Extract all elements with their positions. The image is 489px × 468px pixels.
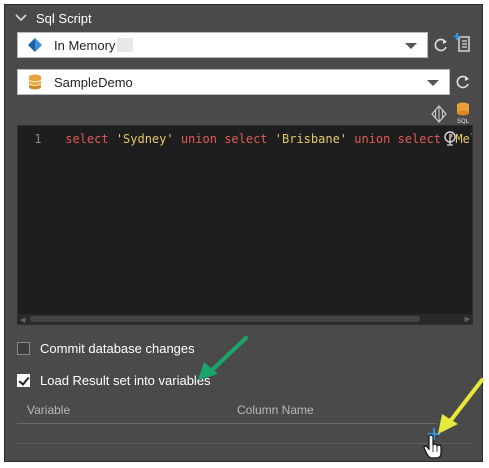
hand-pointer-icon	[423, 434, 442, 459]
database-icon	[26, 73, 44, 91]
sql-keyword-token: select	[397, 132, 449, 146]
line-number: 1	[34, 132, 42, 146]
connection-type-value: In Memory	[54, 37, 116, 53]
commit-label: Commit database changes	[40, 341, 195, 356]
horizontal-scrollbar[interactable]: ◀ ▶	[18, 314, 472, 324]
sql-keyword-token: select	[65, 132, 116, 146]
column-header-variable: Variable	[27, 403, 71, 417]
sql-database-icon[interactable]: SQL	[453, 102, 473, 124]
svg-text:SQL: SQL	[457, 118, 470, 124]
column-header-column-name: Column Name	[237, 403, 314, 417]
sql-keyword-token: union	[347, 132, 398, 146]
grid-row-divider	[17, 443, 473, 444]
refresh-icon[interactable]	[453, 72, 473, 92]
scroll-right-icon[interactable]: ▶	[465, 315, 470, 323]
text-cursor-icon	[444, 131, 456, 146]
sql-string-token: 'Brisbane'	[274, 132, 348, 146]
sql-script-panel: Sql Script In Memory SampleDemo SQL 1 se…	[4, 4, 483, 462]
load-result-label: Load Result set into variables	[40, 373, 211, 388]
sql-editor[interactable]: 1 select 'Sydney' union select 'Brisbane…	[17, 125, 473, 325]
scrollbar-thumb[interactable]	[30, 316, 420, 322]
load-result-checkbox[interactable]	[17, 374, 30, 387]
yellow-arrow-annotation	[438, 378, 484, 434]
chevron-down-icon[interactable]	[14, 11, 28, 25]
load-result-option[interactable]: Load Result set into variables	[17, 373, 211, 388]
refresh-icon[interactable]	[431, 35, 451, 55]
section-title: Sql Script	[36, 10, 92, 26]
grid-header-divider	[17, 423, 437, 424]
commit-checkbox[interactable]	[17, 342, 30, 355]
sql-keyword-token: union	[173, 132, 225, 146]
data-source-select[interactable]: SampleDemo	[17, 69, 450, 95]
section-header[interactable]: Sql Script	[5, 5, 482, 31]
commit-changes-option[interactable]: Commit database changes	[17, 341, 195, 356]
code-line[interactable]: 1 select 'Sydney' union select 'Brisbane…	[18, 132, 472, 146]
new-connection-icon[interactable]	[453, 33, 473, 53]
sql-keyword-token: select	[224, 132, 275, 146]
scroll-left-icon[interactable]: ◀	[20, 316, 25, 324]
data-source-value: SampleDemo	[54, 74, 133, 90]
chevron-down-icon[interactable]	[427, 80, 439, 86]
sql-string-token: 'Sydney'	[115, 132, 174, 146]
connection-type-select[interactable]: In Memory	[17, 32, 428, 58]
value-placeholder-block	[117, 38, 134, 52]
diamond-icon	[26, 36, 44, 54]
query-builder-icon[interactable]	[429, 104, 449, 124]
chevron-down-icon[interactable]	[405, 43, 417, 49]
green-arrow-annotation	[198, 336, 248, 380]
